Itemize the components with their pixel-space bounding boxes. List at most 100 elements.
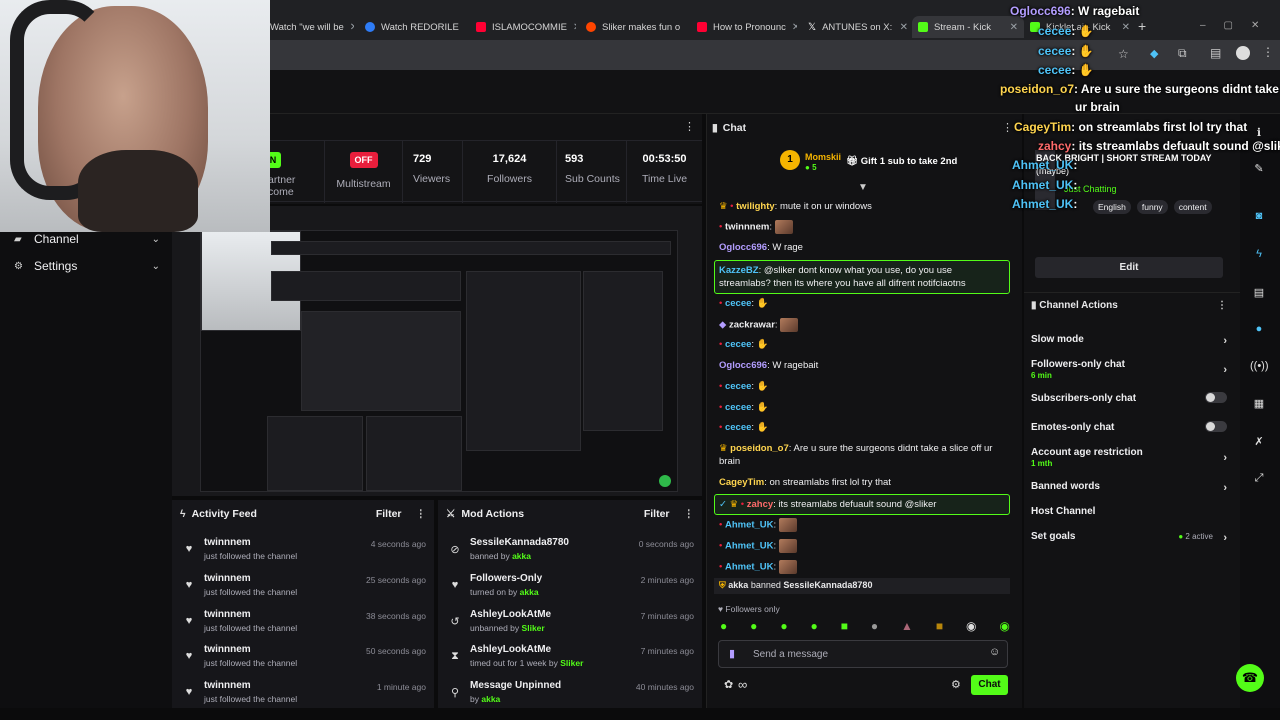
emote-icon[interactable]: ◉ — [966, 619, 976, 635]
emoji-icon[interactable]: ☺ — [989, 646, 1000, 658]
emote-icon[interactable]: ● — [750, 619, 757, 635]
info-icon[interactable]: ℹ — [1250, 126, 1268, 139]
close-icon[interactable]: ✕ — [573, 22, 576, 33]
item-moderator[interactable]: akka — [481, 694, 500, 704]
chat-input[interactable]: ▮ Send a message ☺ — [718, 640, 1008, 668]
chat-username[interactable]: twinnnem — [725, 222, 769, 233]
expand-icon[interactable]: ▼ — [858, 182, 868, 193]
emote-icon[interactable]: ● — [780, 619, 787, 635]
browser-tab[interactable]: Watch REDORILE✕ — [365, 16, 465, 38]
ban-notice-target[interactable]: SessileKannada8780 — [783, 580, 872, 590]
extension-icon[interactable]: ◆ — [1150, 47, 1158, 60]
wrench-icon[interactable]: ✗ — [1250, 435, 1268, 448]
item-name[interactable]: Message Unpinned — [470, 680, 561, 691]
chat-username[interactable]: Oglocc696 — [719, 242, 767, 253]
expand-icon[interactable]: ⤢ — [1250, 472, 1268, 485]
close-icon[interactable]: ✕ — [1122, 22, 1130, 33]
chat-username[interactable]: poseidon_o7 — [730, 443, 789, 454]
infinity-icon[interactable]: ∞ — [738, 677, 747, 692]
chat-username[interactable]: cecee — [725, 422, 751, 433]
item-moderator[interactable]: akka — [520, 587, 539, 597]
item-name[interactable]: SessileKannada8780 — [470, 537, 569, 548]
new-tab-icon[interactable]: + — [1138, 18, 1146, 34]
more-options-icon[interactable]: ⋮ — [684, 120, 695, 133]
sidebar-item-settings[interactable]: ⚙ Settings ⌄ — [14, 259, 160, 273]
close-icon[interactable]: ✕ — [350, 22, 354, 33]
emote-icon[interactable]: ● — [871, 619, 878, 635]
item-name[interactable]: twinnnem — [204, 644, 251, 655]
more-options-icon[interactable]: ⋮ — [416, 508, 427, 520]
chat-username[interactable]: Ahmet_UK — [725, 562, 774, 573]
broadcast-icon[interactable]: ((•)) — [1250, 360, 1269, 372]
gift-icon[interactable]: ✿ — [724, 678, 733, 691]
item-name[interactable]: twinnnem — [204, 680, 251, 691]
emote-icon[interactable]: ■ — [841, 619, 848, 635]
item-name[interactable]: twinnnem — [204, 609, 251, 620]
chat-username[interactable]: Ahmet_UK — [725, 541, 774, 552]
setting-followers-only[interactable]: Followers-only chat 6 min › — [1031, 359, 1227, 380]
browser-tab[interactable]: Sliker makes fun o✕ — [586, 16, 686, 38]
chat-username[interactable]: CageyTim — [719, 477, 764, 488]
chat-username[interactable]: Ahmet_UK — [725, 520, 774, 531]
browser-tab[interactable]: How to Pronounc ✕ — [697, 16, 797, 38]
multistream-stat[interactable]: OFF Multistream — [325, 141, 403, 203]
emote-icon[interactable]: ■ — [936, 619, 943, 635]
menu-icon[interactable]: ⋮ — [1262, 45, 1274, 59]
close-icon[interactable]: ✕ — [900, 22, 908, 33]
star-icon[interactable]: ☆ — [1118, 47, 1129, 61]
chat-bubble-icon[interactable]: ● — [1250, 323, 1268, 335]
item-name[interactable]: Followers-Only — [470, 573, 542, 584]
item-name[interactable]: twinnnem — [204, 573, 251, 584]
item-moderator[interactable]: Sliker — [522, 623, 545, 633]
browser-tab[interactable]: ISLAMOCOMMIE ✕ — [476, 16, 576, 38]
item-name[interactable]: AshleyLookAtMe — [470, 644, 551, 655]
emote-icon[interactable]: ◉ — [999, 619, 1009, 635]
browser-tab[interactable]: Watch "we will be ✕ — [270, 16, 354, 38]
toggle-switch[interactable] — [1205, 392, 1227, 403]
setting-account-age[interactable]: Account age restriction 1 mth › — [1031, 447, 1227, 468]
more-options-icon[interactable]: ⋮ — [1217, 300, 1227, 311]
filter-button[interactable]: Filter — [644, 508, 670, 520]
chat-username[interactable]: zackrawar — [729, 320, 775, 331]
item-moderator[interactable]: Sliker — [560, 658, 583, 668]
toggle-switch[interactable] — [1205, 421, 1227, 432]
chat-username[interactable]: cecee — [725, 402, 751, 413]
setting-slow-mode[interactable]: Slow mode › — [1031, 334, 1227, 347]
tag-chip[interactable]: funny — [1136, 200, 1168, 214]
item-name[interactable]: AshleyLookAtMe — [470, 609, 551, 620]
support-icon[interactable]: ☎ — [1236, 664, 1264, 692]
puzzle-icon[interactable]: ⧉ — [1178, 46, 1187, 61]
emote-icon[interactable]: ● — [811, 619, 818, 635]
more-options-icon[interactable]: ⋮ — [684, 508, 695, 520]
sidepanel-icon[interactable]: ▤ — [1210, 46, 1221, 60]
emote-icon[interactable]: ▲ — [901, 619, 913, 635]
tag-chip[interactable]: English — [1093, 200, 1131, 214]
window-controls[interactable]: –▢✕ — [1200, 20, 1277, 31]
camera-icon[interactable]: ◙ — [1250, 210, 1268, 222]
document-icon[interactable]: ▤ — [1250, 286, 1268, 299]
setting-host-channel[interactable]: Host Channel — [1031, 506, 1227, 517]
edit-button[interactable]: Edit — [1035, 257, 1223, 278]
chat-username[interactable]: twilighty — [736, 201, 775, 212]
setting-banned-words[interactable]: Banned words › — [1031, 481, 1227, 494]
close-icon[interactable]: ✕ — [1010, 22, 1018, 33]
chat-username[interactable]: cecee — [725, 339, 751, 350]
item-moderator[interactable]: akka — [512, 551, 531, 561]
item-name[interactable]: twinnnem — [204, 537, 251, 548]
profile-avatar[interactable] — [1236, 46, 1250, 60]
emote-bar[interactable]: ● ● ● ● ■ ● ▲ ■ ◉ ◉ — [720, 619, 1010, 635]
browser-tab-active[interactable]: Stream - Kick ✕ — [912, 16, 1024, 38]
setting-set-goals[interactable]: Set goals ● 2 active › — [1031, 531, 1227, 544]
chat-username[interactable]: cecee — [725, 381, 751, 392]
chat-username[interactable]: cecee — [725, 298, 751, 309]
microphone-icon[interactable]: ▮ — [729, 647, 735, 660]
close-icon[interactable]: ✕ — [792, 22, 797, 33]
send-chat-button[interactable]: Chat — [971, 675, 1008, 695]
more-options-icon[interactable]: ⋮ — [1002, 121, 1013, 134]
filter-button[interactable]: Filter — [376, 508, 402, 520]
layout-icon[interactable]: ▦ — [1250, 397, 1268, 410]
sidebar-item-channel[interactable]: ▰ Channel ⌄ — [14, 232, 160, 246]
chat-username[interactable]: KazzeBZ — [719, 265, 759, 276]
pinned-user[interactable]: Momskii ● 5 — [805, 152, 841, 172]
setting-emotes-only[interactable]: Emotes-only chat — [1031, 421, 1227, 433]
